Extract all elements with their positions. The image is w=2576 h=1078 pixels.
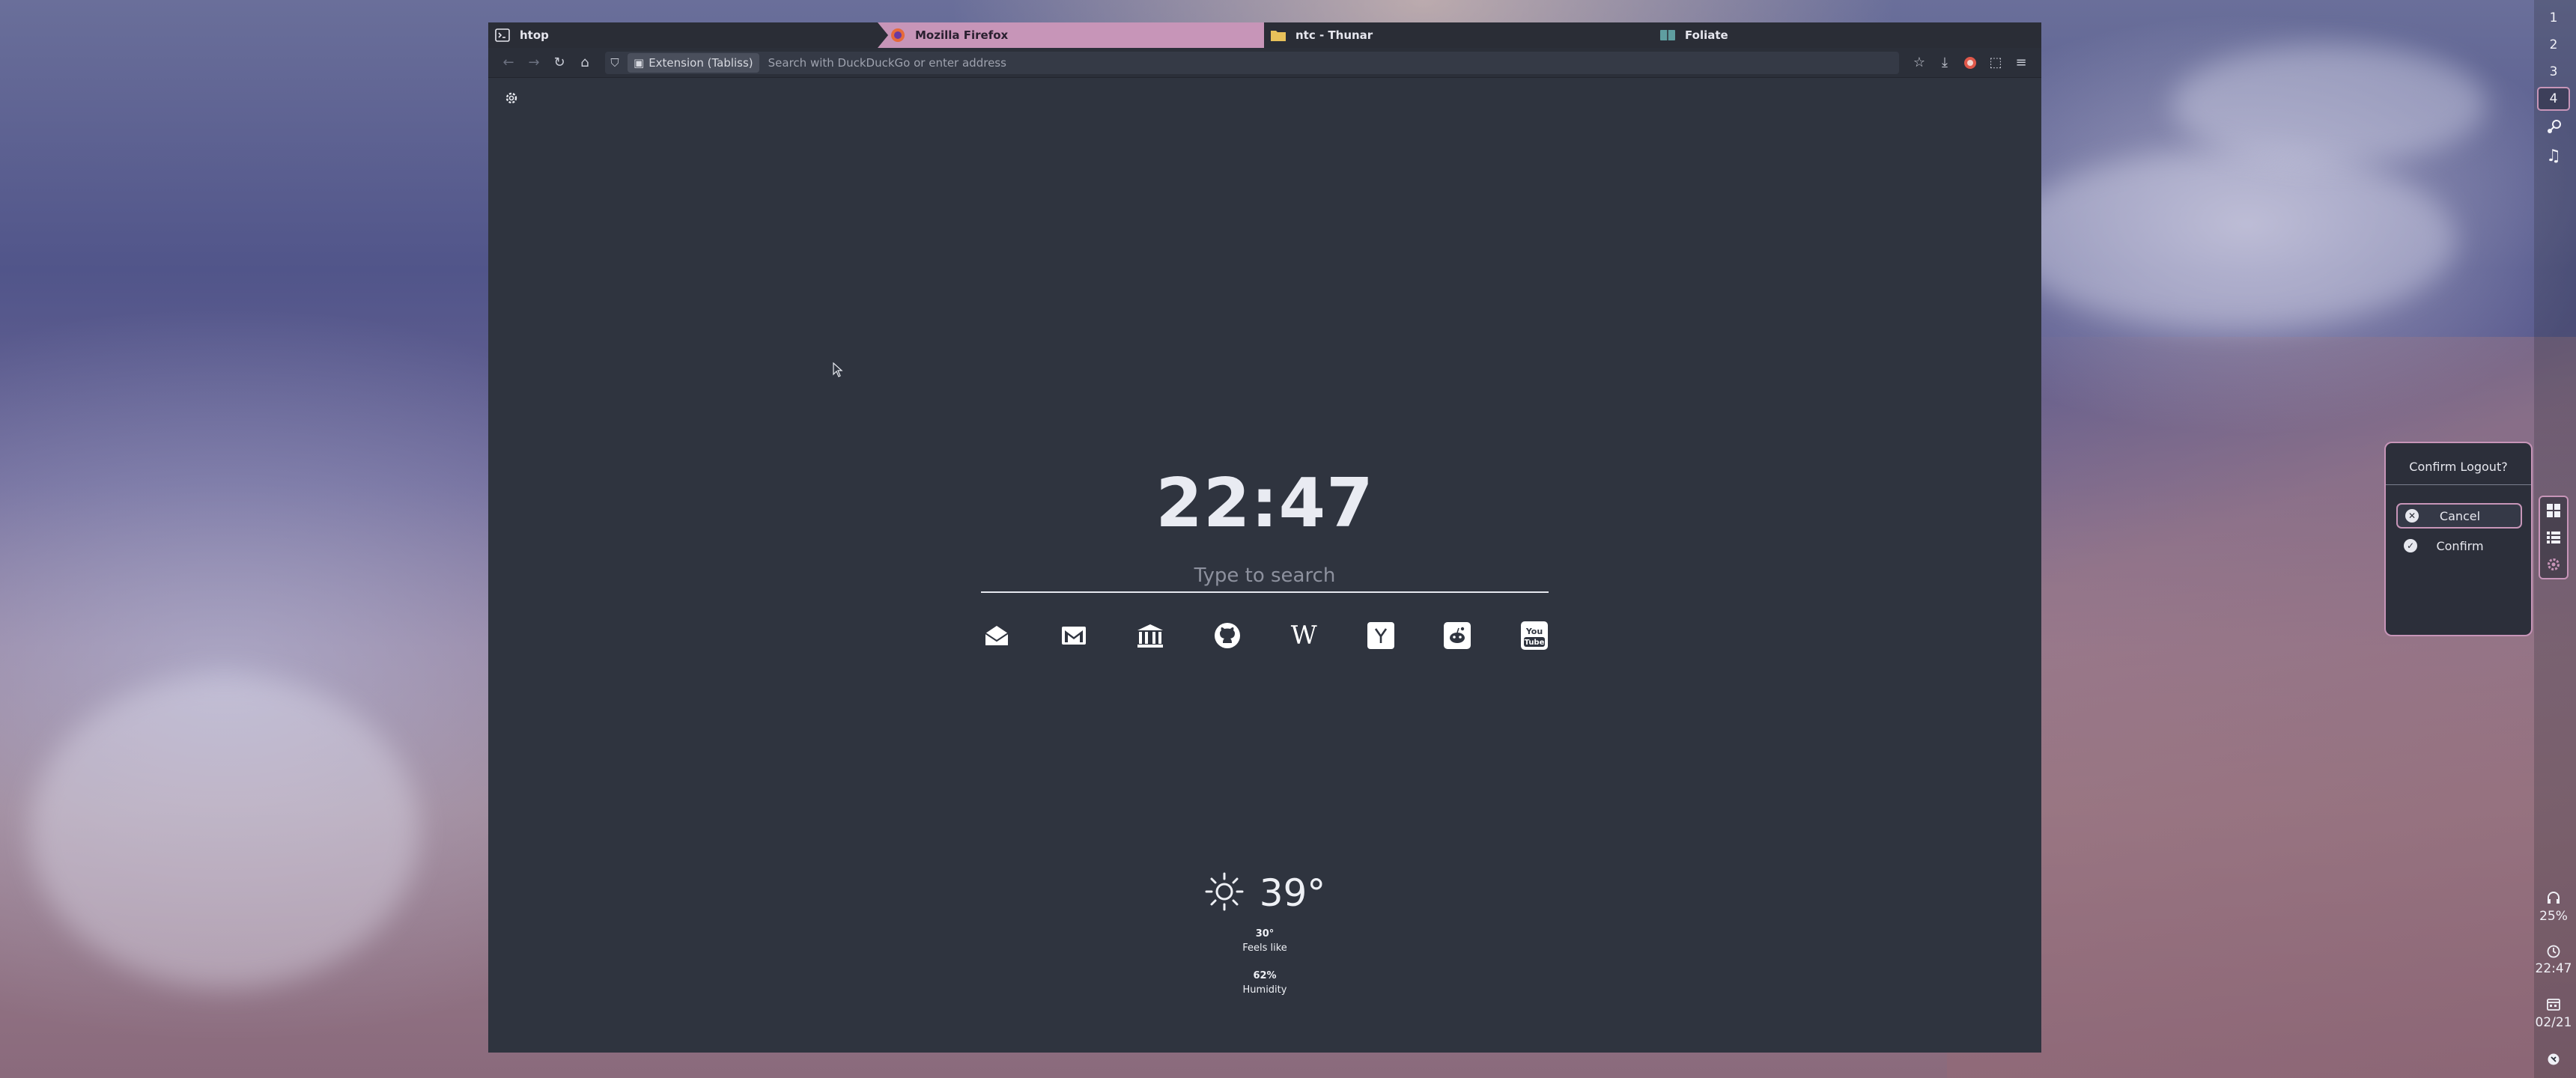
headphones-icon[interactable] bbox=[2531, 891, 2576, 908]
newtab-search[interactable] bbox=[981, 560, 1549, 593]
bank-icon[interactable] bbox=[1136, 621, 1164, 650]
settings-icon[interactable] bbox=[2546, 557, 2561, 575]
logout-title: Confirm Logout? bbox=[2386, 460, 2531, 485]
workspace-2[interactable]: 2 bbox=[2537, 33, 2570, 57]
power-icon[interactable] bbox=[2531, 1053, 2576, 1070]
cancel-button[interactable]: ✕ Cancel bbox=[2396, 503, 2522, 529]
wm-tab-firefox[interactable]: Mozilla Firefox bbox=[878, 22, 1264, 48]
clock-icon bbox=[2531, 945, 2576, 962]
grid-icon[interactable] bbox=[2546, 503, 2561, 521]
list-icon[interactable] bbox=[2546, 530, 2561, 548]
forward-button[interactable]: → bbox=[521, 50, 547, 76]
mail-open-icon[interactable] bbox=[982, 621, 1011, 650]
terminal-icon bbox=[494, 27, 511, 43]
gmail-icon[interactable] bbox=[1060, 621, 1088, 650]
close-circle-icon: ✕ bbox=[2405, 509, 2419, 523]
book-icon bbox=[1659, 27, 1676, 43]
wm-tab-thunar[interactable]: ntc - Thunar bbox=[1264, 22, 1653, 48]
svg-text:Tube: Tube bbox=[1525, 639, 1545, 647]
folder-icon bbox=[1270, 27, 1287, 43]
confirm-label: Confirm bbox=[2436, 538, 2484, 553]
puzzle-icon: ▣ bbox=[634, 55, 645, 70]
launcher-group bbox=[2539, 496, 2569, 579]
extension-chip-label: Extension (Tabliss) bbox=[648, 55, 753, 70]
wm-tab-label: htop bbox=[520, 28, 549, 42]
humidity-label: Humidity bbox=[1242, 984, 1287, 996]
extensions-icon[interactable]: ⬚ bbox=[1983, 50, 2008, 76]
wikipedia-icon[interactable]: W bbox=[1289, 621, 1318, 651]
sun-icon bbox=[1204, 871, 1245, 915]
wm-tab-htop[interactable]: htop bbox=[488, 22, 878, 48]
tab-arrow bbox=[878, 22, 888, 48]
humidity-value: 62% bbox=[1253, 970, 1277, 981]
weather-widget: 39° 30° Feels like 62% Humidity bbox=[488, 871, 2041, 996]
download-icon[interactable]: ⤓ bbox=[1932, 50, 1957, 76]
svg-text:You: You bbox=[1525, 627, 1543, 636]
workspace-1[interactable]: 1 bbox=[2537, 6, 2570, 30]
github-icon[interactable] bbox=[1213, 621, 1242, 650]
feels-like-label: Feels like bbox=[1242, 943, 1287, 954]
reload-button[interactable]: ↻ bbox=[547, 50, 572, 76]
wm-tab-label: Foliate bbox=[1685, 28, 1728, 42]
home-button[interactable]: ⌂ bbox=[572, 50, 598, 76]
logout-dialog: Confirm Logout? ✕ Cancel ✓ Confirm bbox=[2384, 442, 2533, 636]
steam-icon[interactable] bbox=[2537, 115, 2570, 139]
hackernews-icon[interactable] bbox=[1367, 621, 1395, 650]
newtab-clock: 22:47 bbox=[1155, 464, 1374, 543]
wallpaper-foam bbox=[2007, 150, 2456, 329]
check-circle-icon: ✓ bbox=[2404, 539, 2417, 552]
firefox-icon bbox=[890, 27, 906, 43]
settings-gear-icon[interactable] bbox=[502, 88, 521, 108]
url-placeholder: Search with DuckDuckGo or enter address bbox=[768, 55, 1006, 70]
firefox-window: ← → ↻ ⌂ ⛉ ▣ Extension (Tabliss) Search w… bbox=[488, 48, 2041, 1053]
wm-tab-label: Mozilla Firefox bbox=[915, 28, 1009, 42]
reddit-icon[interactable] bbox=[1443, 621, 1471, 650]
sidebar-date: 02/21 bbox=[2535, 1015, 2572, 1030]
sidebar-clock: 22:47 bbox=[2535, 961, 2572, 976]
extension-chip[interactable]: ▣ Extension (Tabliss) bbox=[628, 52, 759, 73]
shield-icon[interactable]: ⛉ bbox=[605, 50, 625, 76]
feels-like-value: 30° bbox=[1255, 928, 1275, 940]
temperature: 39° bbox=[1259, 871, 1326, 915]
youtube-icon[interactable]: You Tube bbox=[1520, 621, 1549, 650]
browser-toolbar: ← → ↻ ⌂ ⛉ ▣ Extension (Tabliss) Search w… bbox=[488, 48, 2041, 78]
calendar-icon bbox=[2531, 997, 2576, 1014]
menu-icon[interactable]: ≡ bbox=[2008, 50, 2034, 76]
wallpaper-foam bbox=[30, 674, 419, 988]
workspace-3[interactable]: 3 bbox=[2537, 60, 2570, 84]
wallpaper-foam bbox=[2172, 45, 2486, 165]
search-input[interactable] bbox=[981, 564, 1549, 588]
cancel-label: Cancel bbox=[2439, 508, 2481, 523]
workspace-4[interactable]: 4 bbox=[2537, 87, 2570, 111]
extension-icon[interactable] bbox=[1957, 50, 1983, 76]
star-icon[interactable]: ☆ bbox=[1907, 50, 1932, 76]
volume-level: 25% bbox=[2539, 909, 2568, 924]
url-bar[interactable]: ⛉ ▣ Extension (Tabliss) Search with Duck… bbox=[605, 50, 1899, 76]
wm-tab-label: ntc - Thunar bbox=[1295, 28, 1373, 42]
window-tab-bar: htop Mozilla Firefox ntc - Thunar Foliat… bbox=[488, 22, 2041, 48]
quick-links: W You Tube bbox=[982, 621, 1549, 651]
wm-tab-foliate[interactable]: Foliate bbox=[1653, 22, 2041, 48]
mouse-pointer-icon bbox=[833, 362, 843, 380]
confirm-button[interactable]: ✓ Confirm bbox=[2396, 533, 2522, 558]
back-button[interactable]: ← bbox=[496, 50, 521, 76]
music-icon[interactable]: ♫ bbox=[2537, 144, 2570, 168]
